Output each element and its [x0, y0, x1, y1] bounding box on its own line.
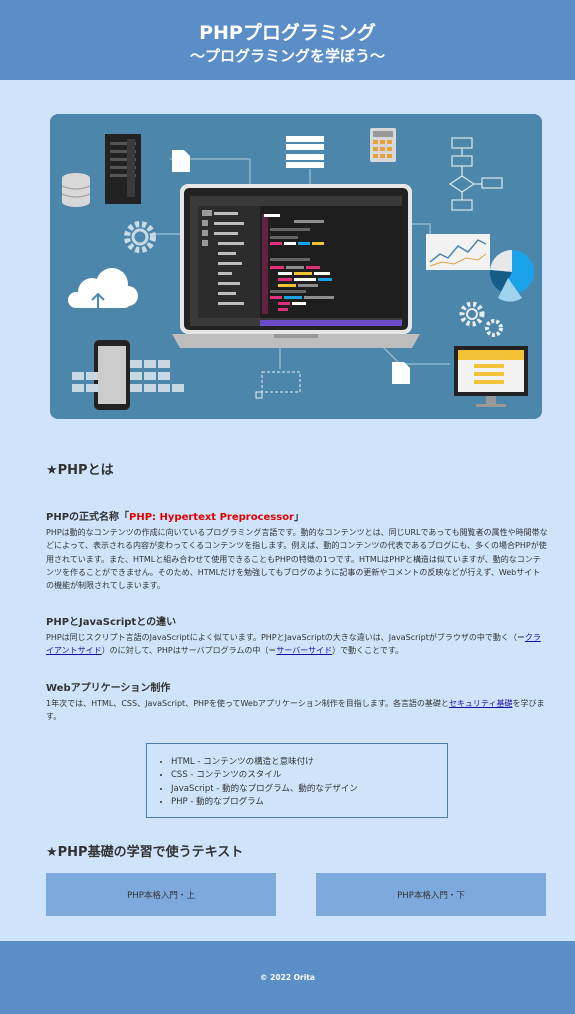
- site-subtitle: ～プログラミングを学ぼう～: [189, 47, 385, 65]
- list-item: JavaScript - 動的なプログラム、動的なデザイン: [171, 783, 358, 796]
- section-title-php: ★PHPとは: [46, 463, 114, 478]
- site-title: PHPプログラミング: [199, 22, 376, 44]
- title-prefix: PHPの正式名称「: [46, 512, 130, 523]
- php-vs-js-text-2: ）のに対して、PHPはサーバプログラムの中（＝: [101, 646, 277, 656]
- book-button-vol2[interactable]: PHP本格入門・下: [316, 873, 546, 916]
- php-description: PHPは動的なコンテンツの作成に向いているプログラミング言語です。動的なコンテン…: [46, 528, 548, 591]
- title-suffix: 」: [294, 512, 304, 523]
- server-side-link[interactable]: サーバーサイド: [276, 646, 332, 655]
- hero-illustration: [50, 114, 542, 419]
- php-vs-js-text-3: ）で動くことです。: [332, 646, 404, 656]
- book-button-vol1[interactable]: PHP本格入門・上: [46, 873, 276, 916]
- php-vs-js-title: PHPとJavaScriptとの違い: [46, 617, 177, 628]
- list-item: HTML - コンテンツの構造と意味付け: [171, 756, 358, 769]
- php-vs-js-description: PHPは同じスクリプト言語のJavaScriptによく似ています。PHPとJav…: [46, 631, 548, 658]
- web-app-text-1: 1年次では、HTML、CSS、JavaScript、PHPを使ってWebアプリケ…: [46, 699, 449, 708]
- site-footer: © 2022 Orita: [0, 941, 575, 1014]
- programming-illustration-icon: [61, 128, 534, 410]
- list-item: CSS - コンテンツのスタイル: [171, 769, 358, 782]
- php-vs-js-text-1: PHPは同じスクリプト言語のJavaScriptによく似ています。PHPとJav…: [46, 633, 525, 642]
- web-app-title: Webアプリケーション制作: [46, 683, 171, 694]
- web-app-description: 1年次では、HTML、CSS、JavaScript、PHPを使ってWebアプリケ…: [46, 697, 548, 724]
- security-basics-link[interactable]: セキュリティ基礎: [449, 699, 513, 708]
- section-title-texts: ★PHP基礎の学習で使うテキスト: [46, 845, 244, 860]
- list-item: PHP - 動的なプログラム: [171, 796, 358, 809]
- language-list: HTML - コンテンツの構造と意味付け CSS - コンテンツのスタイル Ja…: [171, 756, 358, 809]
- language-list-box: HTML - コンテンツの構造と意味付け CSS - コンテンツのスタイル Ja…: [146, 743, 448, 818]
- php-official-name-title: PHPの正式名称「PHP: Hypertext Preprocessor」: [46, 508, 304, 523]
- php-full-name: PHP: Hypertext Preprocessor: [129, 512, 294, 523]
- site-header: PHPプログラミング ～プログラミングを学ぼう～: [0, 0, 575, 80]
- copyright-text: © 2022 Orita: [260, 973, 315, 982]
